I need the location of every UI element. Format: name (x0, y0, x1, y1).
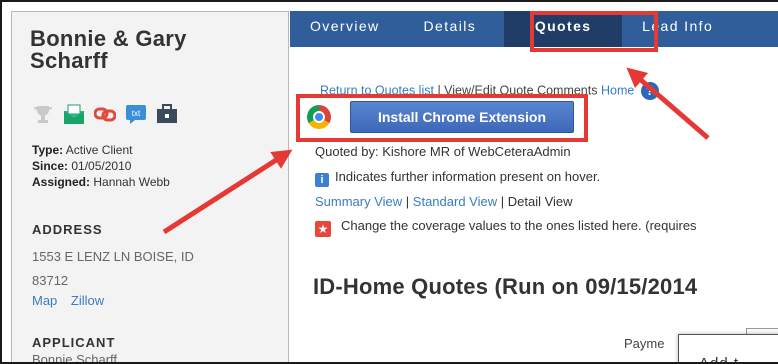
install-extension-highlight (296, 94, 588, 142)
trophy-icon[interactable] (32, 103, 54, 125)
tab-quotes[interactable]: Quotes (504, 11, 623, 47)
applicant-name: Bonnie Scharff (32, 352, 118, 364)
tab-details[interactable]: Details (402, 11, 499, 47)
tab-bar: Overview Details Quotes Lead Info (290, 11, 778, 47)
client-since: Since: 01/05/2010 (32, 159, 132, 173)
app-window: Bonnie & Gary Scharff txt Type: Active C… (0, 0, 778, 364)
quoted-by-text: Quoted by: Kishore MR of WebCeteraAdmin (315, 144, 571, 159)
address-line2: 83712 (32, 273, 69, 288)
applicant-heading: APPLICANT (32, 335, 116, 350)
standard-view-link[interactable]: Standard View (413, 194, 497, 209)
map-link[interactable]: Map (32, 293, 57, 308)
svg-text:txt: txt (132, 109, 141, 118)
page-title: ID-Home Quotes (Run on 09/15/2014 (313, 274, 698, 299)
briefcase-icon[interactable] (156, 103, 178, 125)
client-assigned: Assigned: Hannah Webb (32, 175, 170, 189)
home-link[interactable]: Home (601, 83, 634, 97)
client-action-icons: txt (32, 100, 178, 128)
zillow-link[interactable]: Zillow (71, 293, 104, 308)
tab-overview[interactable]: Overview (290, 11, 402, 47)
info-icon: i (315, 173, 329, 187)
view-switcher: Summary View | Standard View | Detail Vi… (315, 194, 573, 209)
change-coverage-note: ★ Change the coverage values to the ones … (315, 218, 697, 237)
address-links: Map Zillow (32, 293, 114, 308)
info-note: i Indicates further information present o… (315, 169, 600, 187)
client-name: Bonnie & Gary Scharff (30, 26, 187, 73)
address-text: 1553 E LENZ LN BOISE, ID 83712 (32, 245, 194, 293)
summary-view-link[interactable]: Summary View (315, 194, 402, 209)
address-line1: 1553 E LENZ LN BOISE, ID (32, 249, 194, 264)
tab-lead-info[interactable]: Lead Info (622, 11, 735, 47)
star-icon[interactable]: ★ (315, 221, 331, 237)
help-icon[interactable]: ? (640, 82, 659, 100)
email-icon[interactable] (63, 103, 85, 125)
client-info: Type: Active Client Since: 01/05/2010 As… (32, 142, 170, 190)
link-icon[interactable] (93, 103, 117, 125)
address-heading: ADDRESS (32, 222, 103, 237)
popup-panel: Add t (678, 334, 778, 364)
client-type: Type: Active Client (32, 143, 133, 157)
text-message-icon[interactable]: txt (125, 103, 147, 125)
payment-label: Payme (624, 336, 665, 351)
detail-view-label: Detail View (507, 194, 573, 209)
popup-text: Add t (699, 355, 740, 364)
